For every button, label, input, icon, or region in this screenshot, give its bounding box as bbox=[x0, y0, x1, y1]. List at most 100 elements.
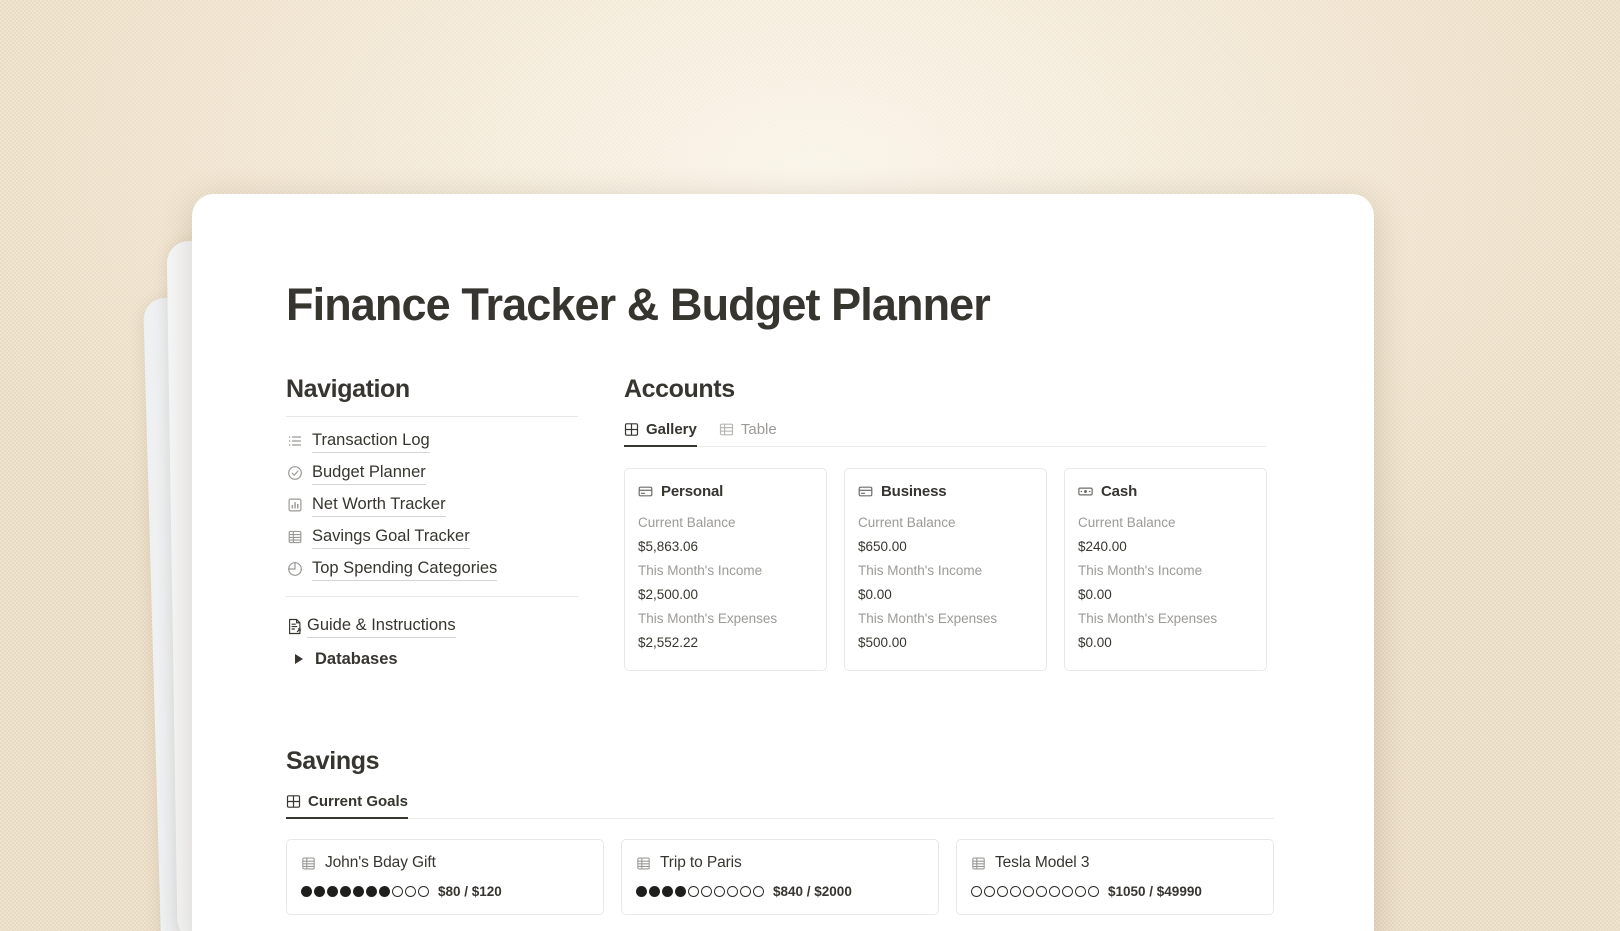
savings-goal-name: Trip to Paris bbox=[660, 854, 742, 872]
table-icon bbox=[286, 529, 303, 546]
progress-dot-filled bbox=[649, 886, 660, 898]
sidebar-item-label: Transaction Log bbox=[312, 430, 430, 453]
document-link-icon bbox=[286, 617, 305, 636]
table-icon bbox=[636, 856, 651, 871]
savings-view-tabs: Current Goals bbox=[286, 793, 1274, 820]
account-value-income: $2,500.00 bbox=[638, 587, 699, 603]
savings-section: Savings Current Goals John's Bday Gift $… bbox=[286, 746, 1374, 916]
accounts-heading: Accounts bbox=[624, 375, 735, 404]
progress-dot-empty bbox=[997, 886, 1008, 898]
sidebar-item-transaction-log[interactable]: Transaction Log bbox=[286, 425, 578, 457]
savings-goal-progress: $840 / $2000 bbox=[636, 884, 924, 899]
sidebar-item-databases[interactable]: Databases bbox=[286, 644, 578, 674]
sidebar-item-label: Top Spending Categories bbox=[312, 558, 498, 581]
page-content: Finance Tracker & Budget Planner Navigat… bbox=[192, 194, 1374, 916]
savings-goal-amount: $80 / $120 bbox=[438, 884, 502, 900]
account-field-label-income: This Month's Income bbox=[858, 563, 983, 579]
progress-dot-filled bbox=[662, 886, 673, 898]
account-card-header: Personal bbox=[638, 483, 813, 500]
bar-chart-icon bbox=[286, 497, 303, 514]
sidebar-item-budget-planner[interactable]: Budget Planner bbox=[286, 457, 578, 489]
progress-dot-filled bbox=[340, 886, 351, 898]
account-value-balance: $240.00 bbox=[1078, 539, 1127, 555]
savings-goal-name: Tesla Model 3 bbox=[995, 854, 1090, 872]
progress-dot-filled bbox=[353, 886, 364, 898]
sidebar-item-guide-instructions[interactable]: Guide & Instructions bbox=[286, 611, 578, 641]
table-icon bbox=[301, 856, 316, 871]
progress-dot-empty bbox=[984, 886, 995, 898]
savings-goal-name: John's Bday Gift bbox=[325, 854, 436, 872]
progress-dot-filled bbox=[301, 886, 312, 898]
table-icon bbox=[971, 856, 986, 871]
sidebar-item-top-spending-categories[interactable]: Top Spending Categories bbox=[286, 553, 578, 585]
sidebar-item-label: Net Worth Tracker bbox=[312, 494, 446, 517]
progress-dot-filled bbox=[636, 886, 647, 898]
account-card-header: Cash bbox=[1078, 483, 1253, 500]
account-value-expenses: $500.00 bbox=[858, 635, 907, 651]
account-value-expenses: $2,552.22 bbox=[638, 635, 699, 651]
savings-goal-card-tesla-model-3[interactable]: Tesla Model 3 $1050 / $49990 bbox=[956, 839, 1274, 916]
account-card-personal[interactable]: Personal Current Balance $5,863.06 This … bbox=[624, 468, 827, 672]
progress-dot-empty bbox=[1062, 886, 1073, 898]
savings-goal-row: John's Bday Gift $80 / $120 Trip to Pari… bbox=[286, 839, 1374, 916]
gallery-view-icon bbox=[624, 422, 639, 437]
savings-goal-card-johns-bday-gift[interactable]: John's Bday Gift $80 / $120 bbox=[286, 839, 604, 916]
progress-dot-empty bbox=[688, 886, 699, 898]
credit-card-icon bbox=[638, 484, 653, 499]
account-value-income: $0.00 bbox=[1078, 587, 1112, 603]
progress-dot-filled bbox=[379, 886, 390, 898]
progress-dot-empty bbox=[1075, 886, 1086, 898]
account-value-balance: $650.00 bbox=[858, 539, 907, 555]
accounts-card-row: Personal Current Balance $5,863.06 This … bbox=[624, 468, 1267, 672]
navigation-heading: Navigation bbox=[286, 375, 410, 404]
account-value-income: $0.00 bbox=[858, 587, 892, 603]
tab-label: Gallery bbox=[646, 421, 697, 439]
tab-label: Table bbox=[740, 421, 777, 439]
sidebar-item-label: Databases bbox=[315, 649, 398, 668]
progress-dot-empty bbox=[1023, 886, 1034, 898]
progress-dot-empty bbox=[392, 886, 403, 898]
account-field-label-balance: Current Balance bbox=[1078, 515, 1176, 531]
sidebar-item-net-worth-tracker[interactable]: Net Worth Tracker bbox=[286, 489, 578, 521]
account-field-label-income: This Month's Income bbox=[638, 563, 763, 579]
account-value-expenses: $0.00 bbox=[1078, 635, 1112, 651]
account-field-label-income: This Month's Income bbox=[1078, 563, 1203, 579]
account-field-label-expenses: This Month's Expenses bbox=[1078, 611, 1218, 627]
tab-gallery[interactable]: Gallery bbox=[624, 421, 697, 448]
account-field-label-expenses: This Month's Expenses bbox=[638, 611, 778, 627]
document-page: Finance Tracker & Budget Planner Navigat… bbox=[192, 194, 1374, 931]
account-field-label-balance: Current Balance bbox=[858, 515, 956, 531]
progress-dot-empty bbox=[405, 886, 416, 898]
account-name: Cash bbox=[1101, 483, 1138, 501]
progress-dot-empty bbox=[753, 886, 764, 898]
progress-dot-filled bbox=[314, 886, 325, 898]
savings-goal-progress: $80 / $120 bbox=[301, 884, 589, 899]
savings-goal-amount: $1050 / $49990 bbox=[1108, 884, 1202, 900]
tab-current-goals[interactable]: Current Goals bbox=[286, 793, 409, 820]
sidebar-item-label: Guide & Instructions bbox=[307, 615, 456, 638]
savings-goal-progress: $1050 / $49990 bbox=[971, 884, 1259, 899]
progress-dot-empty bbox=[740, 886, 751, 898]
account-value-balance: $5,863.06 bbox=[638, 539, 699, 555]
savings-heading: Savings bbox=[286, 747, 380, 776]
progress-dot-empty bbox=[1010, 886, 1021, 898]
pie-chart-icon bbox=[286, 561, 303, 578]
check-circle-icon bbox=[286, 465, 303, 482]
progress-dot-empty bbox=[1036, 886, 1047, 898]
account-field-label-balance: Current Balance bbox=[638, 515, 736, 531]
progress-dot-empty bbox=[1049, 886, 1060, 898]
account-name: Business bbox=[881, 483, 947, 501]
tab-table[interactable]: Table bbox=[719, 421, 777, 446]
tab-label: Current Goals bbox=[308, 793, 409, 811]
sidebar-item-savings-goal-tracker[interactable]: Savings Goal Tracker bbox=[286, 521, 578, 553]
account-card-cash[interactable]: Cash Current Balance $240.00 This Month'… bbox=[1064, 468, 1267, 672]
table-view-icon bbox=[719, 422, 734, 437]
progress-dot-empty bbox=[1088, 886, 1099, 898]
savings-goal-card-trip-to-paris[interactable]: Trip to Paris $840 / $2000 bbox=[621, 839, 939, 916]
triangle-right-icon[interactable] bbox=[295, 654, 303, 665]
accounts-column: Accounts Gallery Table Personal Current … bbox=[624, 374, 1267, 672]
account-card-business[interactable]: Business Current Balance $650.00 This Mo… bbox=[844, 468, 1047, 672]
progress-dot-empty bbox=[971, 886, 982, 898]
navigation-column: Navigation Transaction Log Budget Planne… bbox=[286, 374, 578, 674]
progress-dot-filled bbox=[366, 886, 377, 898]
